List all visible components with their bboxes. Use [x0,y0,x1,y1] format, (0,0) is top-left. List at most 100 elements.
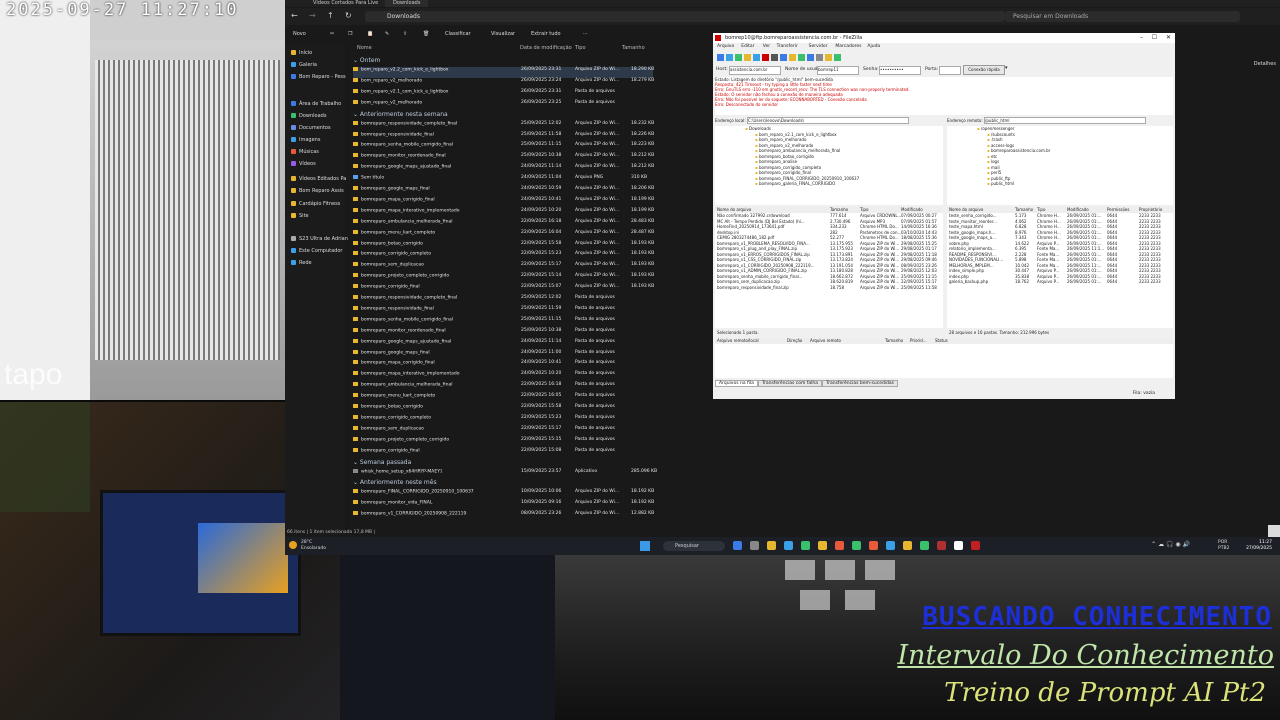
search-input[interactable]: Pesquisar em Downloads [1005,11,1240,22]
nav-item[interactable]: Downloads [291,113,326,119]
toolbar-icon[interactable] [735,54,742,61]
taskbar-app-icon[interactable] [818,541,827,550]
close-icon[interactable]: ✕ [1166,34,1171,41]
file-row[interactable]: bomreparo_projeto_completo_corrigido 22/0… [353,436,653,448]
file-row[interactable]: bomreparo_ambulancia_melhorada_final 22/0… [353,218,654,230]
local-address-input[interactable]: C:\Users\lenovo\Downloads\ [746,117,909,124]
file-row[interactable]: bomreparo_mapa_corrigido_final 24/09/2025… [353,360,653,371]
remote-column-header[interactable]: Tipo [1037,207,1045,213]
nav-item[interactable]: Bom Reparo - Pess [291,74,346,80]
extract-all-button[interactable]: Extrair tudo [531,31,561,37]
nav-item[interactable]: Bom Reparo Assis [291,188,344,194]
file-row[interactable]: bomreparo_google_maps_final 24/09/2025 11… [353,349,653,361]
file-row[interactable]: bom_reparo_v2_melhorado 26/09/2025 23:25 P… [353,99,653,111]
taskbar-app-icon[interactable] [784,541,793,550]
file-row[interactable]: bomreparo_corrigido_completo 22/09/2025 1… [353,414,653,426]
local-column-header[interactable]: Tipo [860,207,868,213]
column-date[interactable]: Data de modificação [520,45,572,51]
taskbar-search[interactable]: Pesquisar [663,541,725,551]
file-row[interactable]: bomreparo_FINAL_CORRIGIDO_20250910_10063… [353,489,654,500]
local-column-header[interactable]: Tamanho [830,207,848,213]
view-button[interactable]: Visualizar [491,31,515,37]
file-row[interactable]: bomreparo_responsividade_completo_final 2… [353,120,654,132]
rename-icon[interactable]: ✎ [385,31,389,37]
taskbar-app-icon[interactable] [971,541,980,550]
weather-widget[interactable]: 28°C Ensolarado [301,540,326,552]
file-row[interactable]: bomreparo_corrigido_completo 22/09/2025 1… [353,251,654,262]
group-header[interactable]: ⌄ Anteriormente neste mês [353,479,437,486]
queue-column-header[interactable]: Arquivo remoto [810,338,841,344]
menu-item[interactable]: Arquivo [717,43,734,51]
nav-item[interactable]: Rede [291,260,312,266]
nav-item[interactable]: Músicas [291,149,319,155]
toolbar-icon[interactable] [789,54,796,61]
maximize-icon[interactable]: ☐ [1152,34,1157,41]
toolbar-icon[interactable] [744,54,751,61]
group-header[interactable]: ⌄ Anteriormente nesta semana [353,111,448,118]
language-indicator[interactable]: POR PTB2 [1218,540,1238,552]
file-row[interactable]: bomreparo_v1_CORRIGIDO_20250908_222119 08… [353,511,654,522]
queue-tab[interactable]: Transferências com falha [757,380,823,387]
nav-item[interactable]: S23 Ultra de Adrian [291,236,348,242]
menu-item[interactable]: Servidor [809,43,828,51]
delete-icon[interactable]: 🗑 [423,31,429,37]
file-row[interactable]: bomreparo_monitor_vida_FINAL 10/09/2025 0… [353,500,654,511]
file-row[interactable]: bomreparo_menu_kart_completo 22/09/2025 1… [353,393,653,404]
group-header[interactable]: ⌄ Ontem [353,57,380,64]
file-row[interactable]: bomreparo_mapa_interativo_implementado 24… [353,207,654,219]
file-row[interactable]: bomreparo_botao_corrigido 22/09/2025 15:5… [353,404,653,415]
system-tray-icons[interactable]: ⌃ ☁ 🎧 ◉ 🔊 [1151,541,1190,548]
nav-item[interactable]: Documentos [291,125,331,131]
taskbar-app-icon[interactable] [750,541,759,550]
remote-column-header[interactable]: Proprietário [1139,207,1162,213]
share-icon[interactable]: ⇪ [403,31,407,37]
tab-downloads[interactable]: Downloads [385,0,429,7]
menu-item[interactable]: Marcadores [835,43,861,51]
taskbar-app-icon[interactable] [937,541,946,550]
refresh-icon[interactable]: ↻ [345,11,352,20]
file-row[interactable]: bomreparo_responsividade_final 25/09/2025… [353,305,653,317]
taskbar-app-icon[interactable] [886,541,895,550]
file-row[interactable]: bomreparo_corrigido_final 22/09/2025 15:0… [353,284,654,295]
nav-item[interactable]: Cardápio Fitness [291,201,340,207]
remote-column-header[interactable]: Permissões [1107,207,1129,213]
taskbar-app-icon[interactable] [835,541,844,550]
start-icon[interactable] [640,541,650,551]
queue-tab[interactable]: Transferências bem-sucedidas [822,380,899,387]
remote-file-row[interactable]: galeria_backup.php 18.762 Arquivo P... 26/0… [947,279,1173,285]
cut-icon[interactable]: ✂ [330,31,334,37]
file-row[interactable]: bomreparo_google_maps_ajustado_final 24/0… [353,338,653,350]
file-row[interactable]: bom_reparo_v2.1_com_kick_e_lightbox 26/09… [353,88,653,100]
taskbar-app-icon[interactable] [852,541,861,550]
toolbar-icon[interactable] [762,54,769,61]
file-row[interactable]: bomreparo_menu_kart_completo 22/09/2025 1… [353,229,654,241]
column-size[interactable]: Tamanho [622,45,645,51]
up-icon[interactable]: ↑ [327,11,334,20]
toolbar-icon[interactable] [798,54,805,61]
nav-item[interactable]: Este Computador [291,248,342,254]
nav-item[interactable]: Galeria [291,62,317,68]
quickconnect-dropdown-icon[interactable]: ▾ [1005,65,1008,71]
nav-item[interactable]: Vídeos [291,161,316,167]
toolbar-icon[interactable] [753,54,760,61]
queue-column-header[interactable]: Priorid... [910,338,927,344]
new-button[interactable]: Novo [293,31,306,37]
user-input[interactable]: bomrep11 [817,66,859,75]
paste-icon[interactable]: 📋 [367,31,373,37]
forward-icon[interactable]: → [309,11,316,20]
file-row[interactable]: bomreparo_monitor_reordenado_final 25/09/… [353,327,653,339]
nav-item[interactable]: Área de Trabalho [291,101,341,107]
queue-tab[interactable]: Arquivos na fila [715,380,758,387]
tab-videos[interactable]: Vídeos Cortados Para Live [305,0,386,7]
file-row[interactable]: bomreparo_corrigido_final 22/09/2025 15:0… [353,447,653,459]
remote-tree-item[interactable]: ▪ public_html [947,181,1173,187]
menu-item[interactable]: Ver [763,43,770,51]
sort-button[interactable]: Classificar [445,31,471,37]
more-button[interactable]: ··· [583,31,588,37]
taskbar-app-icon[interactable] [801,541,810,550]
file-row[interactable]: bomreparo_sem_duplicacao 22/09/2025 15:17… [353,262,654,273]
menu-item[interactable]: Transferir [777,43,798,51]
file-row[interactable]: bomreparo_sem_duplicacao 22/09/2025 15:17… [353,425,653,437]
back-icon[interactable]: ← [291,11,298,20]
group-header[interactable]: ⌄ Semana passada [353,459,411,466]
